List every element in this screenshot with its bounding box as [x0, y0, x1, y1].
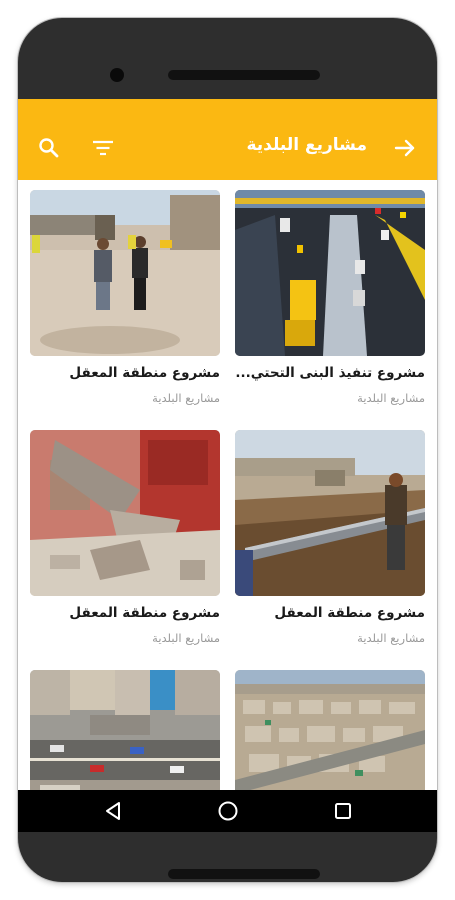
project-card[interactable]: مشروع تنفيذ البنى التحتي... مشاريع البلد… [235, 190, 425, 405]
bottom-speaker [168, 869, 320, 879]
highway-construction-photo [235, 190, 425, 356]
card-title: مشروع منطقة المعقل [69, 365, 220, 381]
pipe-laying-trench-photo [235, 430, 425, 596]
card-title: مشروع منطقة المعقل [274, 605, 425, 621]
building-demolition-photo [30, 430, 220, 596]
arrow-right-icon[interactable] [392, 135, 418, 161]
card-subtitle: مشاريع البلدية [357, 631, 425, 645]
card-subtitle: مشاريع البلدية [152, 391, 220, 405]
project-card[interactable]: مشروع منطقة المعقل مشاريع البلدية [30, 430, 220, 645]
project-card[interactable] [30, 670, 220, 790]
aerial-city-photo [235, 670, 425, 790]
project-card[interactable]: مشروع منطقة المعقل مشاريع البلدية [235, 430, 425, 645]
project-card[interactable] [235, 670, 425, 790]
page-title: مشاريع البلدية [246, 135, 367, 155]
project-card[interactable]: مشروع منطقة المعقل مشاريع البلدية [30, 190, 220, 405]
projects-grid: مشروع تنفيذ البنى التحتي... مشاريع البلد… [18, 180, 437, 790]
system-nav-bar [18, 790, 437, 832]
nav-home-icon[interactable] [216, 799, 240, 823]
filter-icon[interactable] [90, 135, 116, 161]
card-subtitle: مشاريع البلدية [152, 631, 220, 645]
card-title: مشروع منطقة المعقل [69, 605, 220, 621]
card-subtitle: مشاريع البلدية [357, 391, 425, 405]
officials-walking-road-photo [30, 190, 220, 356]
nav-back-icon[interactable] [101, 799, 125, 823]
nav-recents-icon[interactable] [331, 799, 355, 823]
aerial-street-photo [30, 670, 220, 790]
top-speaker [168, 70, 320, 80]
app-bar: مشاريع البلدية [18, 99, 437, 180]
search-icon[interactable] [36, 135, 62, 161]
camera-dot [110, 68, 124, 82]
app-screen: مشاريع البلدية مشروع تنفيذ البنى التحتي.… [18, 99, 437, 832]
card-title: مشروع تنفيذ البنى التحتي... [235, 365, 425, 381]
